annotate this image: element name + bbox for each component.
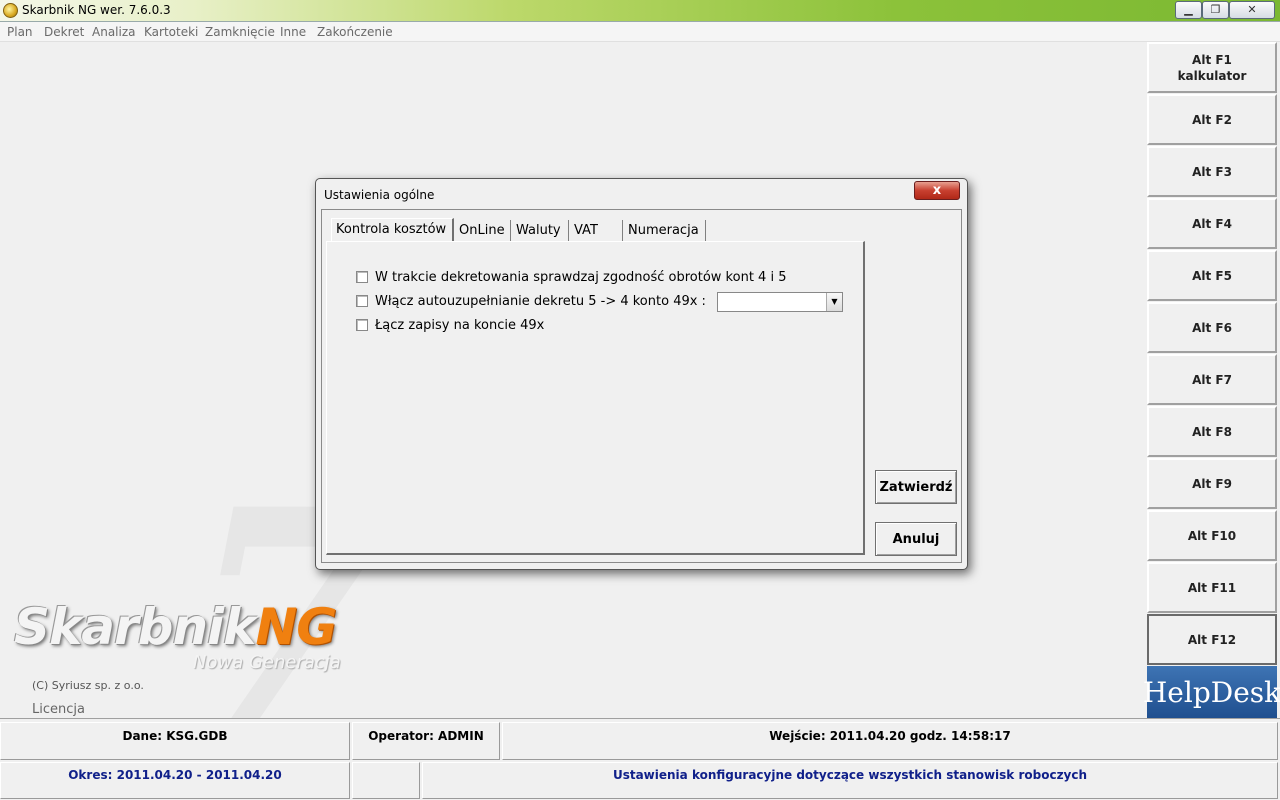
- fkey-label: Alt F10: [1187, 528, 1237, 543]
- maximize-button[interactable]: ❐: [1202, 1, 1229, 19]
- status-bar: Dane: KSG.GDB Operator: ADMIN Wejście: 2…: [0, 718, 1280, 800]
- tab-online[interactable]: OnLine: [455, 220, 511, 242]
- tab-vat[interactable]: VAT: [570, 220, 623, 242]
- alt-f12-button[interactable]: Alt F12: [1147, 614, 1277, 665]
- status-description: Ustawienia konfiguracyjne dotyczące wszy…: [422, 762, 1278, 799]
- checkbox[interactable]: [356, 271, 368, 283]
- fkey-label: Alt F9: [1192, 476, 1232, 491]
- alt-f8-button[interactable]: Alt F8: [1147, 406, 1277, 457]
- status-login-time: Wejście: 2011.04.20 godz. 14:58:17: [502, 722, 1278, 760]
- option-check-turnover[interactable]: W trakcie dekretowania sprawdzaj zgodnoś…: [356, 269, 786, 285]
- menu-plan[interactable]: Plan: [7, 25, 33, 39]
- app-icon[interactable]: [3, 3, 18, 18]
- menu-kartoteki[interactable]: Kartoteki: [144, 25, 198, 39]
- option-autocomplete-decree[interactable]: Włącz autouzupełnianie dekretu 5 -> 4 ko…: [356, 293, 706, 309]
- chevron-down-icon[interactable]: ▼: [826, 293, 842, 311]
- dialog-title: Ustawienia ogólne: [324, 188, 435, 202]
- tab-kontrola-kosztow[interactable]: Kontrola kosztów: [331, 218, 454, 242]
- alt-f2-button[interactable]: Alt F2: [1147, 94, 1277, 145]
- alt-f11-button[interactable]: Alt F11: [1147, 562, 1277, 613]
- fkey-label: Alt F5: [1192, 268, 1232, 283]
- alt-f6-button[interactable]: Alt F6: [1147, 302, 1277, 353]
- logo-main-text: Skarbnik: [14, 598, 256, 656]
- option-label: Łącz zapisy na koncie 49x: [375, 317, 545, 333]
- minimize-button[interactable]: ▁: [1175, 1, 1202, 19]
- settings-dialog: Ustawienia ogólne x Kontrola kosztów OnL…: [315, 178, 968, 570]
- fkey-label: Alt F8: [1192, 424, 1232, 439]
- fkey-label: Alt F1: [1192, 52, 1232, 67]
- alt-f10-button[interactable]: Alt F10: [1147, 510, 1277, 561]
- status-operator: Operator: ADMIN: [352, 722, 500, 760]
- tab-numeracja[interactable]: Numeracja: [624, 220, 706, 242]
- fkey-label: Alt F6: [1192, 320, 1232, 335]
- option-label: Włącz autouzupełnianie dekretu 5 -> 4 ko…: [375, 293, 706, 309]
- helpdesk-button[interactable]: HelpDesk: [1143, 666, 1280, 718]
- cancel-button[interactable]: Anuluj: [875, 522, 957, 556]
- logo-subtitle: Nowa Generacja: [193, 652, 341, 673]
- account-49x-select[interactable]: ▼: [717, 292, 843, 312]
- alt-f4-button[interactable]: Alt F4: [1147, 198, 1277, 249]
- status-empty-cell: [352, 762, 420, 799]
- status-data-file: Dane: KSG.GDB: [0, 722, 350, 760]
- option-label: W trakcie dekretowania sprawdzaj zgodnoś…: [375, 269, 787, 285]
- close-icon: ✕: [1247, 3, 1257, 16]
- licence-link[interactable]: Licencja: [32, 702, 85, 717]
- alt-f1-button[interactable]: Alt F1 kalkulator: [1147, 42, 1277, 93]
- fkey-label: Alt F12: [1187, 632, 1237, 647]
- close-icon: x: [932, 183, 942, 198]
- fkey-label: Alt F3: [1192, 164, 1232, 179]
- minimize-icon: ▁: [1184, 3, 1193, 16]
- menu-dekret[interactable]: Dekret: [44, 25, 84, 39]
- menu-zamkniecie[interactable]: Zamknięcie: [205, 25, 275, 39]
- menu-inne[interactable]: Inne: [280, 25, 306, 39]
- copyright-text: (C) Syriusz sp. z o.o.: [32, 679, 144, 692]
- menu-bar: Plan Dekret Analiza Kartoteki Zamknięcie…: [0, 22, 1280, 42]
- menu-zakonczenie[interactable]: Zakończenie: [317, 25, 393, 39]
- checkbox[interactable]: [356, 295, 368, 307]
- logo-accent-text: NG: [255, 598, 337, 656]
- title-bar: Skarbnik NG wer. 7.6.0.3 ▁ ❐ ✕: [0, 0, 1280, 22]
- fkey-sublabel: kalkulator: [1177, 68, 1247, 83]
- checkbox[interactable]: [356, 319, 368, 331]
- alt-f3-button[interactable]: Alt F3: [1147, 146, 1277, 197]
- menu-analiza[interactable]: Analiza: [92, 25, 136, 39]
- maximize-icon: ❐: [1210, 3, 1221, 16]
- confirm-button[interactable]: Zatwierdź: [875, 470, 957, 504]
- alt-f5-button[interactable]: Alt F5: [1147, 250, 1277, 301]
- fkey-label: Alt F2: [1192, 112, 1232, 127]
- tab-panel: [326, 241, 865, 555]
- option-merge-49x[interactable]: Łącz zapisy na koncie 49x: [356, 317, 544, 333]
- alt-f9-button[interactable]: Alt F9: [1147, 458, 1277, 509]
- fkey-label: Alt F11: [1187, 580, 1237, 595]
- window-title: Skarbnik NG wer. 7.6.0.3: [22, 3, 171, 17]
- dialog-close-button[interactable]: x: [914, 181, 960, 200]
- close-button[interactable]: ✕: [1229, 1, 1275, 19]
- app-logo: SkarbnikNG: [14, 598, 337, 656]
- alt-f7-button[interactable]: Alt F7: [1147, 354, 1277, 405]
- fkey-label: Alt F7: [1192, 372, 1232, 387]
- status-period: Okres: 2011.04.20 - 2011.04.20: [0, 762, 350, 799]
- fkey-label: Alt F4: [1192, 216, 1232, 231]
- tab-waluty[interactable]: Waluty: [512, 220, 569, 242]
